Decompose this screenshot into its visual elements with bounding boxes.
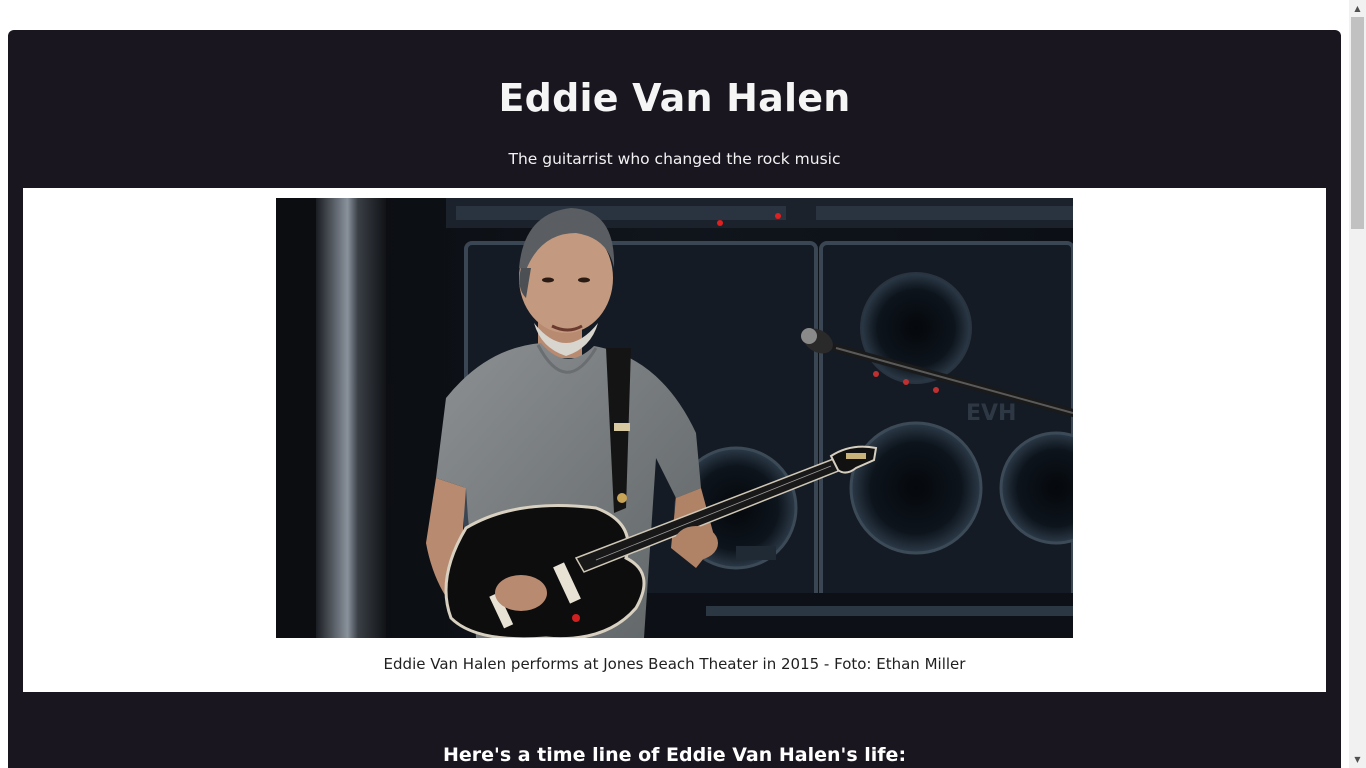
scroll-thumb[interactable] <box>1351 17 1364 229</box>
page-title: Eddie Van Halen <box>498 76 851 120</box>
evh-amp-logo: EVH <box>966 401 1016 426</box>
timeline-heading: Here's a time line of Eddie Van Halen's … <box>442 744 907 766</box>
browser-viewport: Eddie Van Halen The guitarrist who chang… <box>0 0 1366 768</box>
photo-caption: Eddie Van Halen performs at Jones Beach … <box>383 655 966 673</box>
scroll-down-icon[interactable]: ▼ <box>1349 751 1366 768</box>
vertical-scrollbar[interactable]: ▲ ▼ <box>1349 0 1366 768</box>
eddie-van-halen-photo: EVH <box>276 198 1073 638</box>
scroll-up-icon[interactable]: ▲ <box>1349 0 1366 17</box>
tagline: The guitarrist who changed the rock musi… <box>508 150 841 168</box>
